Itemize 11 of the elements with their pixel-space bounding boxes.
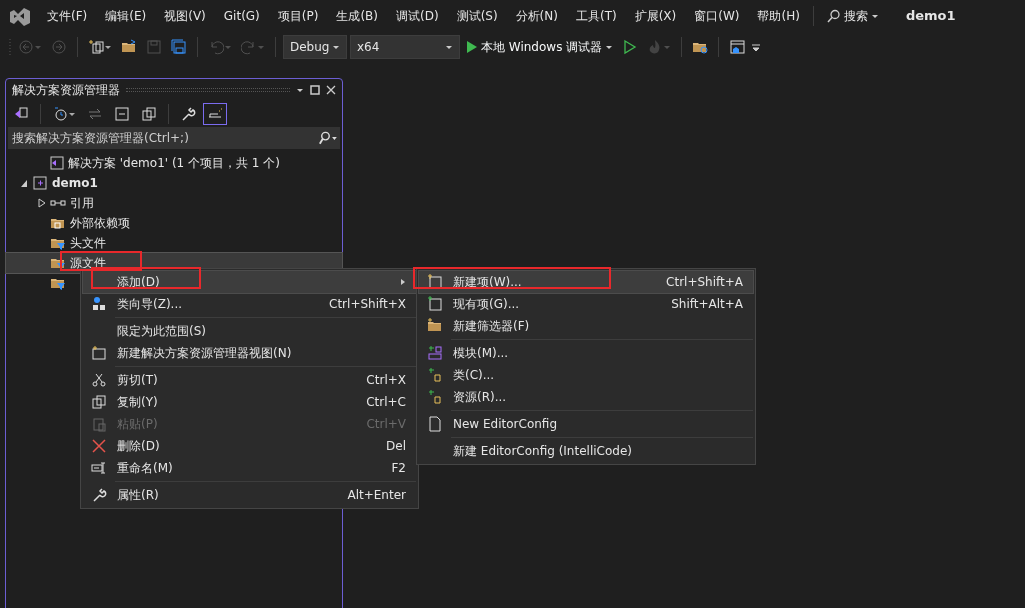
shortcut-label: Del: [385, 438, 406, 455]
shortcut-label: Ctrl+C: [365, 394, 406, 411]
shortcut-label: F2: [390, 460, 406, 477]
window-title: demo1: [905, 7, 956, 26]
shortcut-label: Ctrl+V: [365, 416, 406, 433]
shortcut-label: Ctrl+Shift+A: [665, 274, 743, 291]
panel-title: 解决方案资源管理器: [12, 82, 120, 99]
shortcut-label: Shift+Alt+A: [670, 296, 743, 313]
shortcut-label: Ctrl+Shift+X: [328, 296, 406, 313]
shortcut-label: Ctrl+X: [365, 372, 406, 389]
shortcut-label: Alt+Enter: [346, 487, 406, 504]
